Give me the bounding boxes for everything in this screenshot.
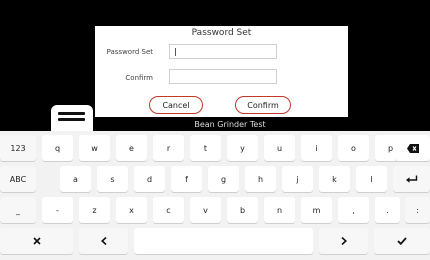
key-t[interactable]: t	[190, 135, 221, 161]
key-q[interactable]: q	[42, 135, 73, 161]
key-backspace[interactable]	[395, 135, 430, 161]
key-123[interactable]: 123	[0, 135, 36, 161]
key-e[interactable]: e	[116, 135, 147, 161]
text-caret	[175, 48, 176, 56]
key-colon[interactable]: :	[405, 197, 430, 223]
checkmark-icon	[397, 237, 407, 245]
key-y[interactable]: y	[227, 135, 258, 161]
key-space[interactable]	[134, 228, 313, 254]
key-d[interactable]: d	[134, 166, 165, 192]
onscreen-keyboard: 123 q w e r t y u i o p ABC a s d f g h …	[0, 131, 430, 260]
close-icon	[32, 237, 41, 245]
key-cursor-left[interactable]	[79, 228, 128, 254]
key-abc[interactable]: ABC	[0, 166, 36, 192]
key-done[interactable]	[374, 228, 430, 254]
key-j[interactable]: j	[282, 166, 313, 192]
key-f[interactable]: f	[171, 166, 202, 192]
password-label: Password Set	[106, 48, 153, 56]
key-i[interactable]: i	[301, 135, 332, 161]
device-screen: Password Set Password Set Confirm Cancel…	[0, 0, 430, 131]
key-c[interactable]: c	[153, 197, 184, 223]
status-text: Bean Grinder Test	[194, 120, 266, 129]
key-v[interactable]: v	[190, 197, 221, 223]
chevron-left-icon	[100, 237, 107, 245]
key-close[interactable]	[0, 228, 73, 254]
key-comma[interactable]: ,	[338, 197, 369, 223]
key-l[interactable]: l	[356, 166, 387, 192]
key-b[interactable]: b	[227, 197, 258, 223]
key-cursor-right[interactable]	[319, 228, 368, 254]
key-a[interactable]: a	[60, 166, 91, 192]
key-g[interactable]: g	[208, 166, 239, 192]
key-underscore[interactable]: _	[0, 197, 36, 223]
key-enter[interactable]	[393, 166, 430, 192]
key-m[interactable]: m	[301, 197, 332, 223]
backspace-icon	[406, 143, 419, 153]
key-o[interactable]: o	[338, 135, 369, 161]
confirm-field[interactable]	[169, 69, 277, 84]
key-x[interactable]: x	[116, 197, 147, 223]
key-n[interactable]: n	[264, 197, 295, 223]
password-field[interactable]	[169, 44, 277, 59]
key-r[interactable]: r	[153, 135, 184, 161]
menu-tab[interactable]	[51, 105, 93, 131]
enter-icon	[405, 175, 418, 184]
key-hyphen[interactable]: -	[42, 197, 73, 223]
confirm-label: Confirm	[125, 74, 153, 82]
password-dialog: Password Set Password Set Confirm Cancel…	[95, 26, 348, 117]
key-u[interactable]: u	[264, 135, 295, 161]
confirm-button[interactable]: Confirm	[235, 96, 291, 114]
key-w[interactable]: w	[79, 135, 110, 161]
chevron-right-icon	[340, 237, 347, 245]
key-s[interactable]: s	[97, 166, 128, 192]
key-period[interactable]: .	[375, 197, 400, 223]
key-k[interactable]: k	[319, 166, 350, 192]
cancel-button[interactable]: Cancel	[149, 96, 203, 114]
key-z[interactable]: z	[79, 197, 110, 223]
dialog-title: Password Set	[191, 28, 252, 38]
key-h[interactable]: h	[245, 166, 276, 192]
